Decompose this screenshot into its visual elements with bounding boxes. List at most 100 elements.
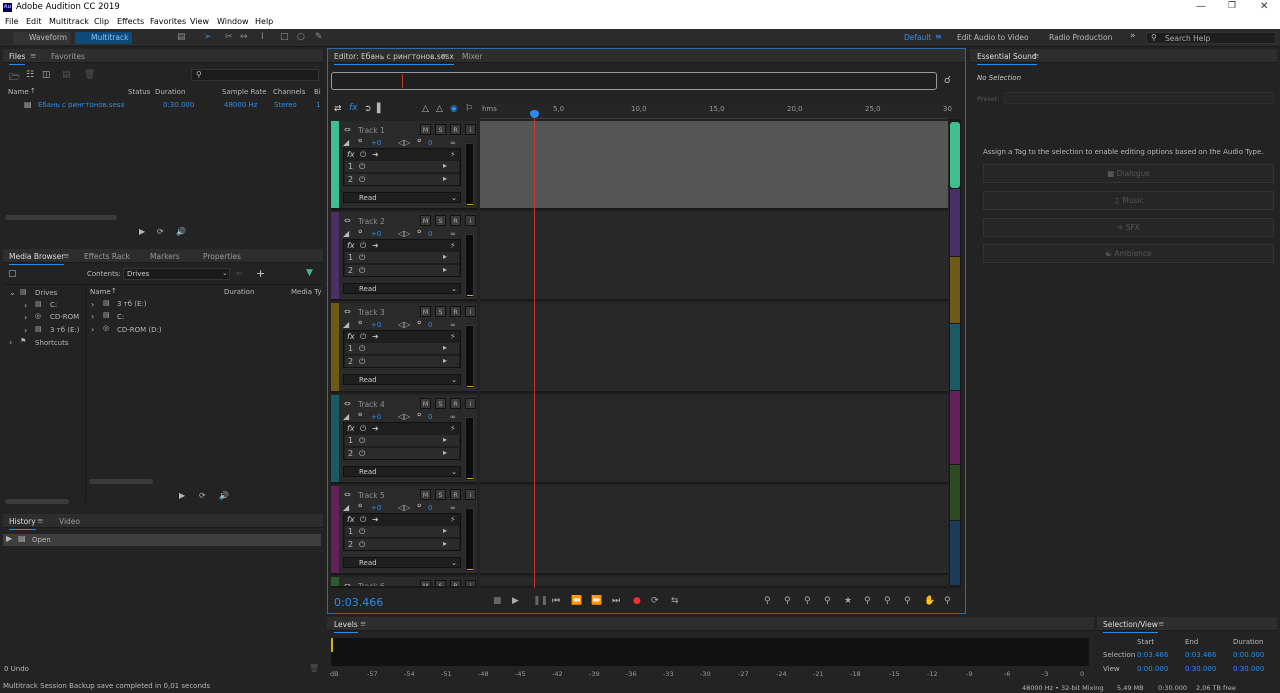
menu-favorites[interactable]: Favorites [150,17,186,26]
tab-markers[interactable]: Markers [150,252,180,261]
tree-shortcuts[interactable]: Shortcuts [35,339,68,347]
zoom-in-time-icon[interactable]: ⚲ [804,596,811,606]
play-icon[interactable]: ▸ [443,174,447,183]
power-icon[interactable]: ⏻ [359,344,365,354]
contents-select[interactable]: Drives ⌄ [123,268,230,280]
files-scrollbar[interactable] [5,215,117,220]
play-icon[interactable]: ▶ [179,491,185,500]
power-icon[interactable]: ⏻ [359,449,365,459]
drag-handle-icon[interactable]: ⇔ [344,399,351,408]
record-arm-button[interactable]: R [450,580,461,586]
monitor-button[interactable]: i [465,398,476,409]
track-scrollbar[interactable] [949,119,961,588]
insert-slot[interactable]: 1 ⏻ ▸ [345,343,459,354]
record-arm-button[interactable]: R [450,398,461,409]
mute-button[interactable]: M [420,215,431,226]
tab-history[interactable]: History [9,517,36,530]
spectral-icon[interactable]: ▤ [177,32,186,42]
drag-handle-icon[interactable]: ⇔ [344,490,351,499]
chevron-right-icon[interactable]: › [91,312,94,321]
minimize-icon[interactable]: — [1196,1,1206,12]
col-channels[interactable]: Channels [273,88,305,96]
chevron-right-icon[interactable]: › [24,313,27,322]
pan-knob[interactable]: ⚬ [415,410,423,421]
pan-value[interactable]: 0 [428,413,432,421]
power-icon[interactable]: ⏻ [359,436,365,446]
pan-value[interactable]: 0 [428,321,432,329]
selection-view-title[interactable]: Selection/View [1103,620,1158,633]
stereo-icon[interactable]: ∞ [450,321,456,329]
automation-mode-select[interactable]: Read ⌄ [343,374,461,385]
automation-mode-select[interactable]: Read ⌄ [343,192,461,203]
add-icon[interactable]: + [256,267,265,280]
power-icon[interactable]: ⏻ [359,357,365,367]
lightning-icon[interactable]: ⚡ [450,332,456,341]
marker-icon[interactable]: ⚐ [465,104,473,114]
solo-button[interactable]: S [435,398,446,409]
monitor-button[interactable]: i [465,580,476,586]
drag-handle-icon[interactable]: ⇔ [344,125,351,134]
play-icon[interactable]: ▸ [443,539,447,548]
zoom-out-point-icon[interactable]: ⚲ [884,596,891,606]
lightning-icon[interactable]: ⚡ [450,150,456,159]
record-icon[interactable]: ● [633,596,641,606]
insert-slot[interactable]: 1 ⏻ ▸ [345,435,459,446]
volume-value[interactable]: +0 [371,321,381,329]
monitor-button[interactable]: i [465,124,476,135]
play-icon[interactable]: ▸ [443,161,447,170]
scroll-thumb[interactable] [950,122,960,188]
pause-icon[interactable]: ❚❚ [533,596,548,606]
slip-tool-icon[interactable]: ↔ [240,32,248,42]
play-icon[interactable]: ▸ [443,435,447,444]
power-icon[interactable]: ⏻ [360,150,366,160]
chevron-right-icon[interactable]: › [91,300,94,309]
monitor-icon[interactable]: ◉ [450,104,458,114]
automation-mode-select[interactable]: Read ⌄ [343,283,461,294]
zoom-out-time-icon[interactable]: ⚲ [824,596,831,606]
panel-menu-icon[interactable]: ≡ [63,251,69,260]
insert-slot[interactable]: 2 ⏻ ▸ [345,174,459,185]
track-name[interactable]: Track 2 [358,217,385,226]
pan-value[interactable]: 0 [428,139,432,147]
tab-properties[interactable]: Properties [203,252,241,261]
play-icon[interactable]: ▸ [443,343,447,352]
razor-tool-icon[interactable]: ✂ [225,32,233,42]
panel-menu-icon[interactable]: ≡ [1158,619,1164,628]
power-icon[interactable]: ⏻ [359,266,365,276]
panel-menu-icon[interactable]: ≡ [30,51,36,60]
input-icon[interactable]: ➜ [372,332,379,341]
time-selection-icon[interactable]: I [261,32,264,42]
menu-window[interactable]: Window [217,17,249,26]
workspace-default[interactable]: Default [904,33,931,42]
lightning-icon[interactable]: ⚡ [450,424,456,433]
view-duration[interactable]: 0:30.000 [1233,665,1264,673]
skip-end-icon[interactable]: ⏭ [612,596,620,606]
menu-view[interactable]: View [190,17,209,26]
drag-handle-icon[interactable]: ⇔ [344,307,351,316]
zoom-in-point-icon[interactable]: ⚲ [864,596,871,606]
zoom-out-amplitude-icon[interactable]: ⚲ [784,596,791,606]
tree-e[interactable]: 3 тб (E:) [50,326,80,334]
track-header[interactable]: ⇔Track 5MSRi◢⚬+0◁▷⚬0∞fx⏻➜⚡1⏻▸2⏻▸›Read⌄ [331,486,477,575]
tab-effects-rack[interactable]: Effects Rack [84,252,130,261]
back-icon[interactable]: ⇐ [236,269,243,278]
volume-knob[interactable]: ⚬ [356,227,364,238]
play-icon[interactable]: ▶ [512,596,519,606]
record-arm-button[interactable]: R [450,124,461,135]
close-icon[interactable]: ✕ [1260,1,1268,12]
tree-scrollbar[interactable] [5,499,69,504]
drag-handle-icon[interactable]: ⇔ [344,216,351,225]
loop-icon[interactable]: ⟳ [651,596,659,606]
chevron-right-icon[interactable]: › [91,325,94,334]
insert-slot[interactable]: 2 ⏻ ▸ [345,356,459,367]
fx-icon[interactable]: fx [347,150,355,159]
col-name[interactable]: Name [8,88,29,96]
eq-icon[interactable]: ▌ [377,104,384,114]
power-icon[interactable]: ⏻ [359,527,365,537]
file-row[interactable]: ▤ Ебань с рингтонов.sesx 0:30.000 48000 … [3,99,323,111]
item-e[interactable]: 3 тб (E:) [117,300,147,308]
switch-icon[interactable]: ⇄ [334,104,342,114]
import-icon[interactable]: ☷ [26,70,34,80]
col-duration[interactable]: Duration [224,288,254,296]
monitor-button[interactable]: i [465,489,476,500]
